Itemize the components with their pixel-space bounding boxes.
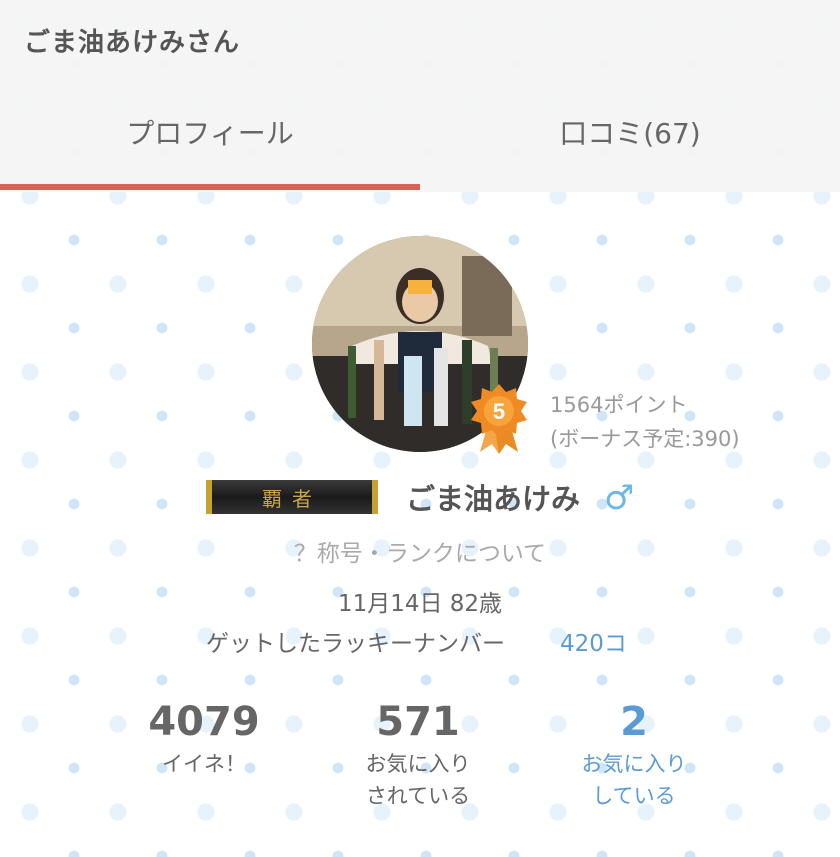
lucky-number-label: ゲットしたラッキーナンバー <box>206 631 505 657</box>
username: ごま油あけみ <box>406 482 581 516</box>
tab-reviews[interactable]: 口コミ(67) <box>420 112 840 152</box>
following-count[interactable]: 2 <box>534 698 734 746</box>
following-label-line1[interactable]: お気に入り <box>534 748 734 780</box>
favorited-count: 571 <box>376 699 460 745</box>
rank-star-icon: 5 <box>471 384 527 454</box>
likes-count: 4079 <box>148 699 260 745</box>
tab-profile[interactable]: プロフィール <box>0 112 420 152</box>
likes-label: イイネ！ <box>162 752 246 776</box>
following-label-line2[interactable]: している <box>534 780 734 812</box>
page-title: ごま油あけみさん <box>24 28 241 58</box>
stat-following[interactable]: 2 お気に入り している <box>534 698 734 812</box>
following-label[interactable]: お気に入り している <box>534 748 734 812</box>
points-info: 1564ポイント (ボーナス予定:390) <box>550 388 740 456</box>
rank-badge: 5 <box>470 384 528 454</box>
active-tab-indicator <box>0 184 420 190</box>
rank-title-plate: 覇者 <box>206 480 378 514</box>
favorited-label: お気に入り されている <box>318 748 518 812</box>
lucky-number-count[interactable]: 420コ <box>560 624 627 658</box>
stat-likes: 4079 イイネ！ <box>104 698 304 780</box>
favorited-label-line1: お気に入り <box>365 752 471 776</box>
rank-help-link[interactable]: ？称号・ランクについて <box>0 534 840 568</box>
male-icon: ♂ <box>604 478 635 518</box>
stat-favorited: 571 お気に入り されている <box>318 698 518 812</box>
bonus-text: (ボーナス予定:390) <box>550 427 740 451</box>
favorited-label-line2: されている <box>365 784 471 808</box>
app-header: ごま油あけみさん プロフィール 口コミ(67) <box>0 0 840 192</box>
birthday-age: 11月14日 82歳 <box>337 591 503 617</box>
points-text: 1564ポイント <box>550 393 688 417</box>
rank-number: 5 <box>493 399 505 424</box>
